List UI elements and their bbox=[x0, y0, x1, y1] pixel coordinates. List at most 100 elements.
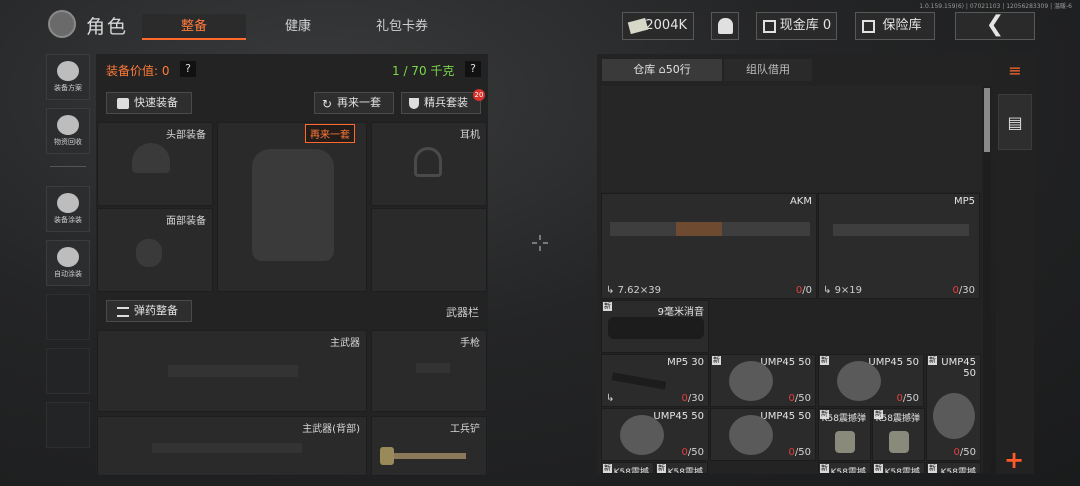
shovel-icon bbox=[386, 453, 466, 459]
sort-warehouse-button[interactable]: ≡ bbox=[998, 56, 1032, 86]
ammo-type: 7.62×39 bbox=[617, 285, 661, 296]
storage-item-flashbang[interactable]: 新 K58震撼弹 bbox=[818, 408, 871, 461]
storage-item-ump-drum[interactable]: UMP45 50 0/50 bbox=[710, 408, 816, 461]
item-name: MP5 bbox=[953, 196, 975, 207]
storage-item-flashbang[interactable]: 新 K58震撼 bbox=[818, 462, 871, 474]
repeat-label: 再来一套 bbox=[337, 96, 381, 109]
home-icon: ⌂ bbox=[658, 63, 666, 76]
elite-set-button[interactable]: 精兵套装 bbox=[401, 92, 481, 114]
shovel-slot-label: 工兵铲 bbox=[450, 424, 480, 435]
ammo-icon bbox=[117, 307, 129, 317]
drum-mag-icon bbox=[729, 415, 773, 455]
shovel-slot[interactable]: 工兵铲 bbox=[371, 416, 487, 476]
pistol-slot-label: 手枪 bbox=[460, 338, 480, 349]
rifle-silhouette-icon bbox=[152, 443, 302, 453]
layers-icon: ▤ bbox=[1007, 113, 1023, 132]
sidebar-loadout-plan[interactable]: 装备方案 bbox=[46, 54, 90, 100]
storage-item-flashbang[interactable]: 新 K58震撼 bbox=[601, 462, 654, 474]
storage-item-ump-drum[interactable]: 新 UMP45 50 0/50 bbox=[818, 354, 924, 407]
storage-item-flashbang[interactable]: 新 K58震撼弹 bbox=[872, 408, 925, 461]
sidebar-recycle[interactable]: 物资回收 bbox=[46, 108, 90, 154]
refresh-icon: ↻ bbox=[322, 97, 333, 111]
body-armor-slot[interactable] bbox=[217, 122, 367, 292]
storage-item-ump-drum[interactable]: 新 UMP45 50 0/50 bbox=[926, 354, 981, 461]
new-tag: 新 bbox=[603, 464, 612, 473]
weight-display: 1 / 70 千克 bbox=[392, 64, 455, 78]
new-tag: 新 bbox=[928, 464, 937, 473]
add-storage-button[interactable]: + bbox=[1004, 446, 1024, 474]
primary-back-slot[interactable]: 主武器(背部) bbox=[97, 416, 367, 476]
item-name: K58震撼 bbox=[830, 468, 866, 474]
headset-slot[interactable]: 耳机 bbox=[371, 122, 487, 206]
helmet-slot[interactable]: 头部装备 bbox=[97, 122, 213, 206]
storage-item-ump-drum[interactable]: UMP45 50 0/50 bbox=[601, 408, 709, 461]
storage-item-mp5-mag[interactable]: MP5 30 ↳ 0/30 bbox=[601, 354, 709, 407]
item-ammo: ↳ 7.62×39 bbox=[606, 285, 661, 296]
tab-team-borrow[interactable]: 组队借用 bbox=[724, 59, 812, 81]
vault-icon bbox=[763, 20, 776, 33]
body-armor-icon bbox=[252, 149, 334, 261]
item-name: UMP45 50 bbox=[760, 357, 811, 368]
grenade-icon bbox=[835, 431, 855, 453]
sidebar-label: 自动涂装 bbox=[54, 270, 82, 278]
back-button[interactable]: ❮ bbox=[955, 12, 1035, 40]
tab-loadout[interactable]: 整备 bbox=[142, 14, 246, 40]
ammo-prep-button[interactable]: 弹药整备 bbox=[106, 300, 192, 322]
gas-mask-icon bbox=[136, 239, 162, 267]
item-count: 0/50 bbox=[789, 393, 811, 404]
item-name: K58震撼 bbox=[667, 468, 703, 474]
scrollbar-thumb[interactable] bbox=[984, 88, 990, 152]
grenade-icon bbox=[889, 431, 909, 453]
new-tag: 新 bbox=[603, 302, 612, 311]
weight-help-button[interactable]: ? bbox=[465, 61, 481, 77]
storage-item-flashbang[interactable]: 新 K58震撼 bbox=[926, 462, 981, 474]
new-tag: 新 bbox=[657, 464, 666, 473]
pistol-slot[interactable]: 手枪 bbox=[371, 330, 487, 412]
primary-slot-label: 主武器 bbox=[330, 338, 360, 349]
storage-item-ump-drum[interactable]: 新 UMP45 50 0/50 bbox=[710, 354, 816, 407]
repeat-tooltip: 再来一套 bbox=[305, 124, 355, 143]
drum-mag-icon bbox=[620, 415, 664, 455]
sidebar-label: 物资回收 bbox=[54, 138, 82, 146]
face-slot-label: 面部装备 bbox=[166, 216, 206, 227]
helmet-slot-label: 头部装备 bbox=[166, 130, 206, 141]
sidebar-skin[interactable]: 装备涂装 bbox=[46, 186, 90, 232]
trader-button[interactable] bbox=[711, 12, 739, 40]
repeat-loadout-button[interactable]: ↻ 再来一套 bbox=[314, 92, 394, 114]
new-tag: 新 bbox=[874, 464, 883, 473]
item-name: UMP45 50 bbox=[868, 357, 919, 368]
storage-item-flashbang[interactable]: 新 K58震撼 bbox=[872, 462, 925, 474]
item-name: AKM bbox=[789, 196, 812, 207]
money-display[interactable]: 2004K bbox=[622, 12, 694, 40]
count-cap: /0 bbox=[802, 285, 812, 296]
face-slot[interactable]: 面部装备 bbox=[97, 208, 213, 292]
new-tag: 新 bbox=[712, 356, 721, 365]
quick-equip-button[interactable]: 快速装备 bbox=[106, 92, 192, 114]
storage-item-mp5[interactable]: MP5 ↳ 9×19 0/30 bbox=[818, 193, 980, 299]
tab-gift-cards[interactable]: 礼包卡券 bbox=[352, 14, 452, 40]
cash-store-button[interactable]: 现金库 0 bbox=[756, 12, 837, 40]
primary-weapon-slot[interactable]: 主武器 bbox=[97, 330, 367, 412]
suppressor-icon bbox=[608, 317, 704, 339]
count-cap: /50 bbox=[902, 393, 919, 404]
quick-equip-label: 快速装备 bbox=[134, 96, 178, 109]
insurance-label: 保险库 bbox=[882, 18, 922, 33]
value-help-button[interactable]: ? bbox=[180, 61, 196, 77]
item-name: K58震撼 bbox=[940, 468, 976, 474]
item-name: MP5 30 bbox=[667, 357, 704, 368]
skin-icon bbox=[57, 193, 79, 213]
item-name: 9毫米消音 bbox=[657, 307, 704, 318]
tab-health[interactable]: 健康 bbox=[258, 14, 338, 40]
count-cap: /30 bbox=[687, 393, 704, 404]
empty-gear-slot[interactable] bbox=[371, 208, 487, 292]
sidebar-auto-skin[interactable]: 自动涂装 bbox=[46, 240, 90, 286]
storage-item-akm[interactable]: AKM ↳ 7.62×39 0/0 bbox=[601, 193, 817, 299]
storage-item-flashbang[interactable]: 新 K58震撼 bbox=[655, 462, 708, 474]
storage-item-suppressor[interactable]: 新 9毫米消音 bbox=[601, 300, 709, 353]
insurance-button[interactable]: 保险库 bbox=[855, 12, 935, 40]
storage-scrollbar[interactable] bbox=[983, 86, 991, 474]
layers-button[interactable]: ▤ bbox=[998, 94, 1032, 150]
tab-warehouse[interactable]: 仓库 ⌂50行 bbox=[602, 59, 722, 81]
build-info: 1.0.159.159(6) | 07021103 | 12056283309 … bbox=[919, 3, 1072, 10]
ammo-type: 9×19 bbox=[834, 285, 863, 296]
